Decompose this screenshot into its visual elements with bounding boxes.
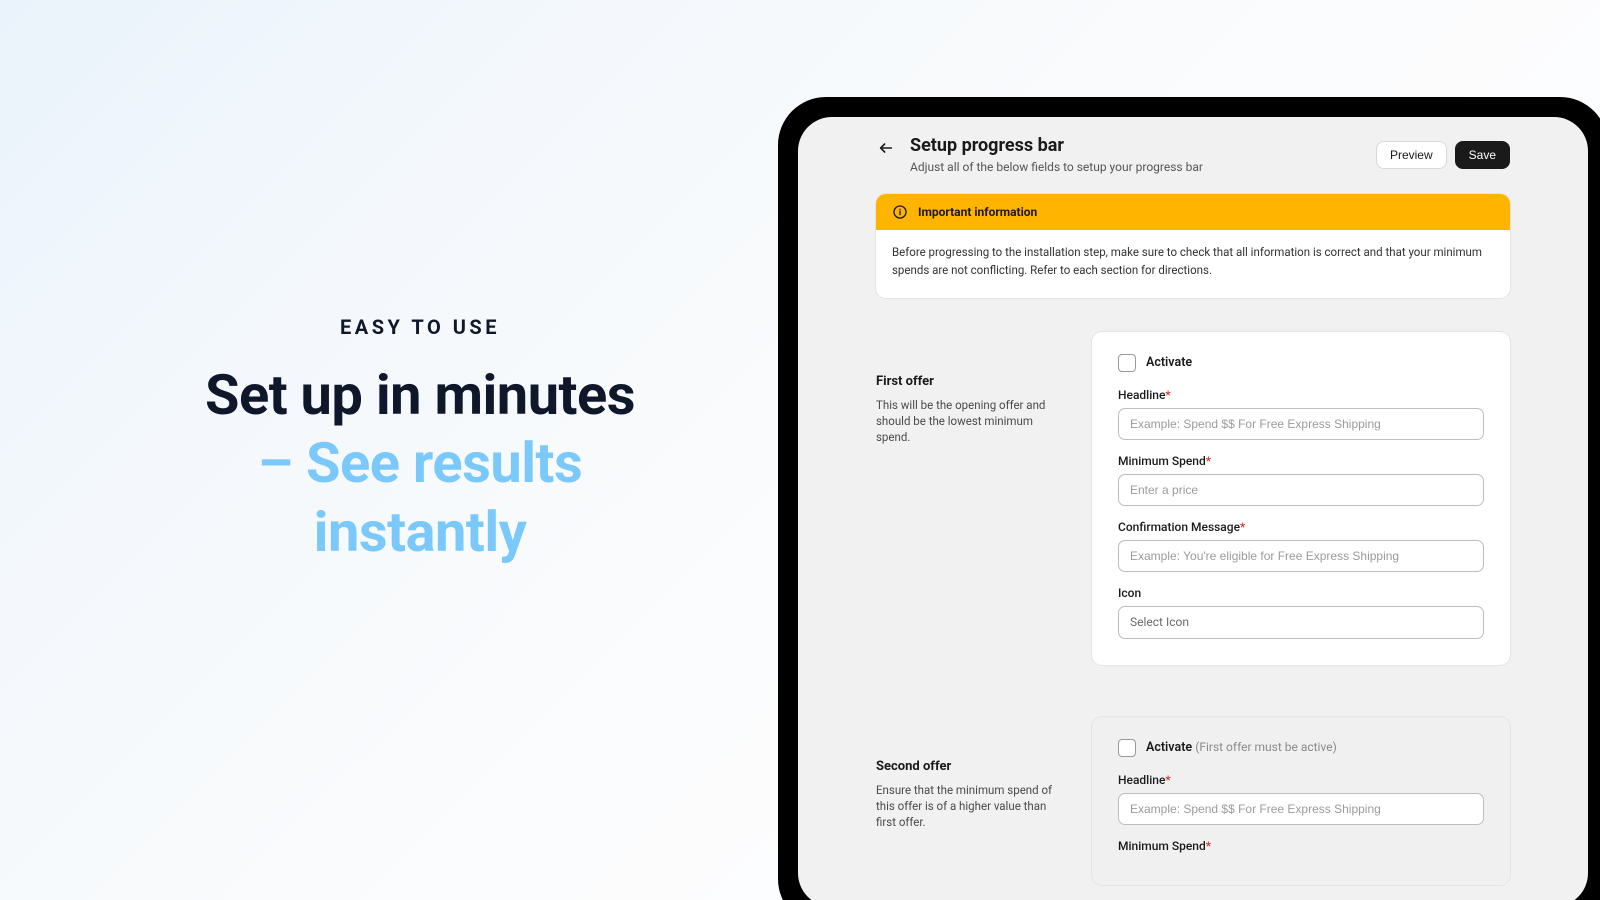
device-screen: Setup progress bar Adjust all of the bel… (798, 117, 1588, 900)
second-headline-input[interactable] (1118, 793, 1484, 825)
second-offer-activate-checkbox[interactable] (1118, 739, 1136, 757)
save-button[interactable]: Save (1455, 141, 1510, 169)
marketing-eyebrow: EASY TO USE (160, 315, 680, 339)
info-icon (892, 204, 908, 220)
back-button[interactable] (876, 138, 896, 158)
marketing-block: EASY TO USE Set up in minutes – See resu… (160, 315, 680, 566)
second-offer-activate-row: Activate (First offer must be active) (1118, 739, 1484, 757)
marketing-headline-main: Set up in minutes (205, 362, 635, 428)
alert-header: Important information (876, 194, 1510, 230)
first-confirm-input[interactable] (1118, 540, 1484, 572)
device-frame: Setup progress bar Adjust all of the bel… (778, 97, 1600, 900)
first-minspend-field: Minimum Spend* (1118, 454, 1484, 506)
first-headline-field: Headline* (1118, 388, 1484, 440)
second-minspend-label: Minimum Spend* (1118, 839, 1484, 853)
page-header: Setup progress bar Adjust all of the bel… (876, 135, 1510, 174)
first-offer-card: Activate Headline* Minimum Spend* Confir… (1092, 332, 1510, 665)
required-marker: * (1206, 839, 1211, 853)
required-marker: * (1165, 773, 1170, 787)
required-marker: * (1165, 388, 1170, 402)
screen-content: Setup progress bar Adjust all of the bel… (798, 117, 1588, 885)
alert-body: Before progressing to the installation s… (876, 230, 1510, 298)
second-offer-activate-label: Activate (First offer must be active) (1146, 740, 1337, 755)
app-canvas: EASY TO USE Set up in minutes – See resu… (0, 0, 1600, 900)
first-icon-select[interactable]: Select Icon (1118, 606, 1484, 639)
first-offer-row: First offer This will be the opening off… (876, 332, 1510, 665)
page-subtitle: Adjust all of the below fields to setup … (910, 160, 1203, 174)
page-title: Setup progress bar (910, 135, 1203, 156)
header-left: Setup progress bar Adjust all of the bel… (876, 135, 1203, 174)
arrow-left-icon (878, 140, 894, 156)
first-offer-desc: This will be the opening offer and shoul… (876, 397, 1068, 445)
second-offer-desc: Ensure that the minimum spend of this of… (876, 782, 1068, 830)
required-marker: * (1206, 454, 1211, 468)
second-offer-card: Activate (First offer must be active) He… (1092, 717, 1510, 885)
info-alert: Important information Before progressing… (876, 194, 1510, 298)
first-confirm-field: Confirmation Message* (1118, 520, 1484, 572)
second-headline-field: Headline* (1118, 773, 1484, 825)
first-offer-title: First offer (876, 374, 1068, 389)
second-offer-title: Second offer (876, 759, 1068, 774)
first-headline-input[interactable] (1118, 408, 1484, 440)
first-confirm-label: Confirmation Message* (1118, 520, 1484, 534)
second-offer-row: Second offer Ensure that the minimum spe… (876, 717, 1510, 885)
first-headline-label: Headline* (1118, 388, 1484, 402)
first-offer-activate-row: Activate (1118, 354, 1484, 372)
preview-button[interactable]: Preview (1376, 141, 1447, 169)
marketing-headline-accent: – See results instantly (258, 430, 583, 564)
header-titles: Setup progress bar Adjust all of the bel… (910, 135, 1203, 174)
header-actions: Preview Save (1376, 141, 1510, 169)
first-offer-activate-label: Activate (1146, 355, 1192, 370)
second-minspend-field: Minimum Spend* (1118, 839, 1484, 853)
second-offer-meta: Second offer Ensure that the minimum spe… (876, 717, 1068, 885)
second-headline-label: Headline* (1118, 773, 1484, 787)
first-icon-label: Icon (1118, 586, 1484, 600)
required-marker: * (1240, 520, 1245, 534)
first-offer-meta: First offer This will be the opening off… (876, 332, 1068, 665)
first-minspend-input[interactable] (1118, 474, 1484, 506)
alert-title: Important information (918, 205, 1037, 219)
first-minspend-label: Minimum Spend* (1118, 454, 1484, 468)
first-icon-field: Icon Select Icon (1118, 586, 1484, 639)
second-offer-activate-hint: (First offer must be active) (1195, 740, 1337, 754)
marketing-headline: Set up in minutes – See results instantl… (160, 361, 680, 566)
first-icon-select-value: Select Icon (1130, 615, 1189, 629)
first-offer-activate-checkbox[interactable] (1118, 354, 1136, 372)
